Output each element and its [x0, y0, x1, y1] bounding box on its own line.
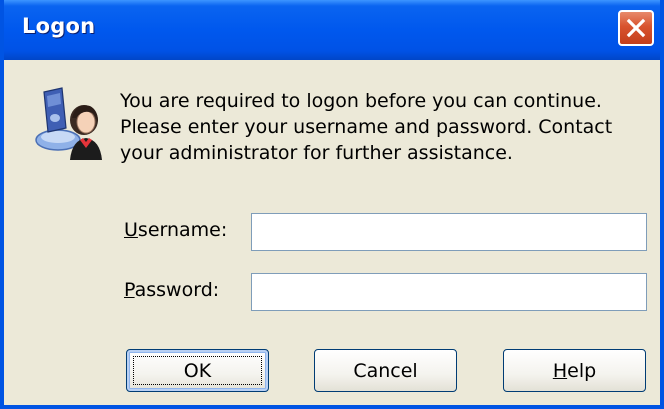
message-line: Please enter your username and password.…: [120, 116, 613, 138]
help-button[interactable]: Help: [503, 349, 646, 392]
message-line: You are required to logon before you can…: [120, 90, 602, 112]
logon-user-icon: [35, 87, 102, 160]
password-mnemonic: P: [124, 279, 135, 301]
instruction-message: You are required to logon before you can…: [120, 88, 640, 166]
username-label: Username:: [124, 219, 227, 241]
close-icon: [626, 18, 646, 38]
cancel-button[interactable]: Cancel: [314, 349, 457, 392]
password-input[interactable]: [251, 273, 647, 311]
message-line: your administrator for further assistanc…: [120, 142, 513, 164]
password-label-text: assword:: [134, 279, 220, 301]
ok-button[interactable]: OK: [126, 349, 269, 392]
username-input[interactable]: [251, 213, 647, 251]
focus-ring: [133, 356, 262, 385]
logon-dialog: Logon You are required to logon before y…: [0, 0, 664, 409]
help-button-label: elp: [567, 359, 597, 382]
cancel-button-label: Cancel: [353, 359, 418, 382]
password-label: Password:: [124, 279, 219, 301]
close-button[interactable]: [618, 10, 654, 46]
window-title: Logon: [22, 14, 96, 38]
username-mnemonic: U: [124, 219, 138, 241]
username-label-text: sername:: [137, 219, 228, 241]
title-bar[interactable]: Logon: [4, 0, 660, 60]
help-mnemonic: H: [552, 359, 568, 382]
